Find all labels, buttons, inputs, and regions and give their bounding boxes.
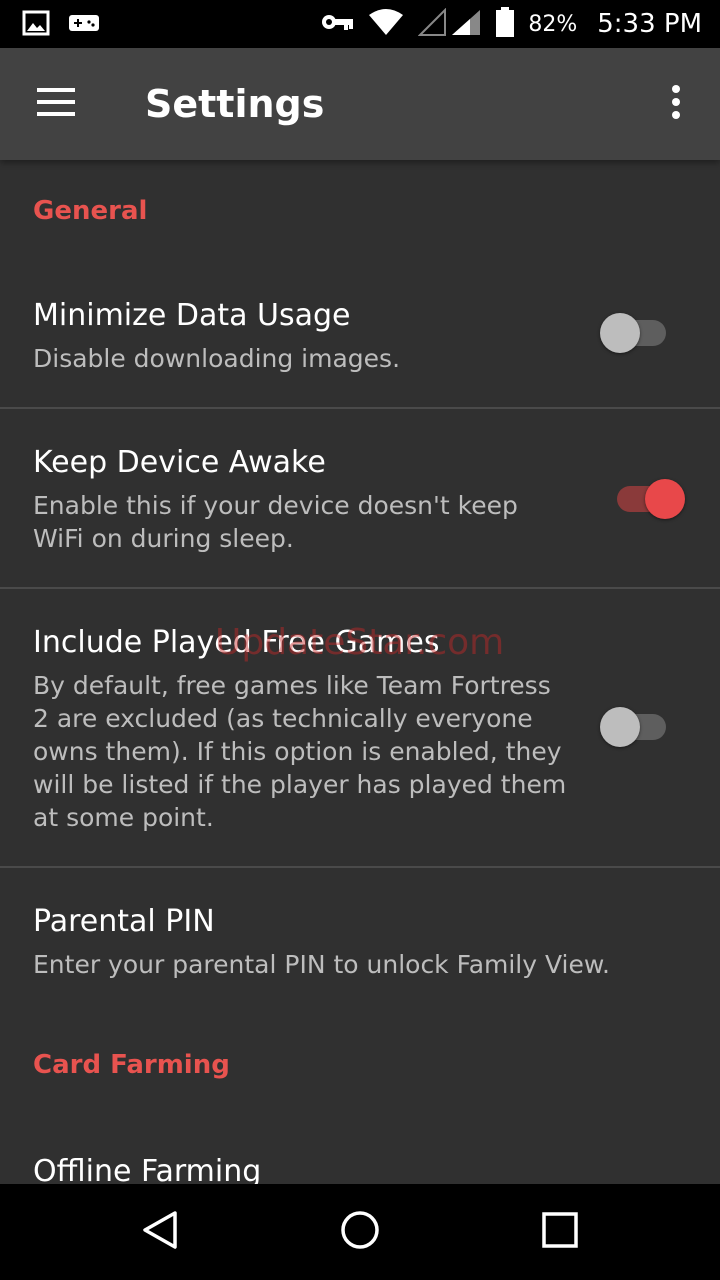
pref-summary: Disable downloading images. — [33, 344, 401, 373]
status-bar: 82% 5:33 PM — [0, 0, 720, 48]
section-header-general: General — [33, 196, 148, 226]
switch-thumb — [600, 313, 640, 353]
app-bar: Settings — [0, 48, 720, 160]
navigation-drawer-button[interactable] — [20, 76, 92, 132]
switch-thumb — [645, 479, 685, 519]
pref-offline-farming[interactable]: Offline Farming — [0, 1120, 720, 1184]
battery-percent: 82% — [528, 11, 578, 37]
clock: 5:33 PM — [597, 9, 702, 39]
home-circle-icon — [339, 1209, 381, 1255]
pref-title: Include Played Free Games — [33, 625, 440, 660]
vpn-key-icon — [320, 12, 354, 36]
back-triangle-icon — [140, 1210, 180, 1254]
navigation-bar — [0, 1184, 720, 1280]
pref-minimize-data-usage[interactable]: Minimize Data Usage Disable downloading … — [0, 260, 720, 408]
keep-awake-switch[interactable] — [605, 479, 685, 519]
wifi-icon — [368, 8, 404, 40]
minimize-data-switch[interactable] — [600, 313, 680, 353]
pref-include-played-free-games[interactable]: Include Played Free Games By default, fr… — [0, 589, 720, 866]
overflow-menu-button[interactable] — [652, 76, 700, 132]
recents-square-icon — [541, 1211, 579, 1253]
hamburger-menu-icon — [37, 88, 75, 120]
pref-summary: Enter your parental PIN to unlock Family… — [33, 950, 610, 979]
page-title: Settings — [145, 82, 325, 126]
pref-title: Keep Device Awake — [33, 445, 326, 480]
recents-button[interactable] — [520, 1204, 600, 1260]
overflow-menu-icon — [671, 84, 681, 124]
back-button[interactable] — [120, 1204, 200, 1260]
gamepad-icon — [68, 11, 100, 39]
settings-list[interactable]: General Minimize Data Usage Disable down… — [0, 160, 720, 1184]
signal-icon — [417, 7, 482, 40]
battery-icon — [496, 7, 515, 41]
pref-title: Minimize Data Usage — [33, 298, 351, 333]
image-icon — [22, 10, 50, 40]
pref-parental-pin[interactable]: Parental PIN Enter your parental PIN to … — [0, 868, 720, 1008]
pref-summary: By default, free games like Team Fortres… — [33, 671, 567, 832]
pref-keep-device-awake[interactable]: Keep Device Awake Enable this if your de… — [0, 409, 720, 587]
pref-title: Parental PIN — [33, 904, 215, 939]
include-free-games-switch[interactable] — [600, 707, 680, 747]
home-button[interactable] — [320, 1204, 400, 1260]
pref-summary: Enable this if your device doesn't keep … — [33, 491, 518, 553]
switch-thumb — [600, 707, 640, 747]
pref-title: Offline Farming — [33, 1154, 262, 1184]
section-header-card-farming: Card Farming — [33, 1050, 230, 1080]
